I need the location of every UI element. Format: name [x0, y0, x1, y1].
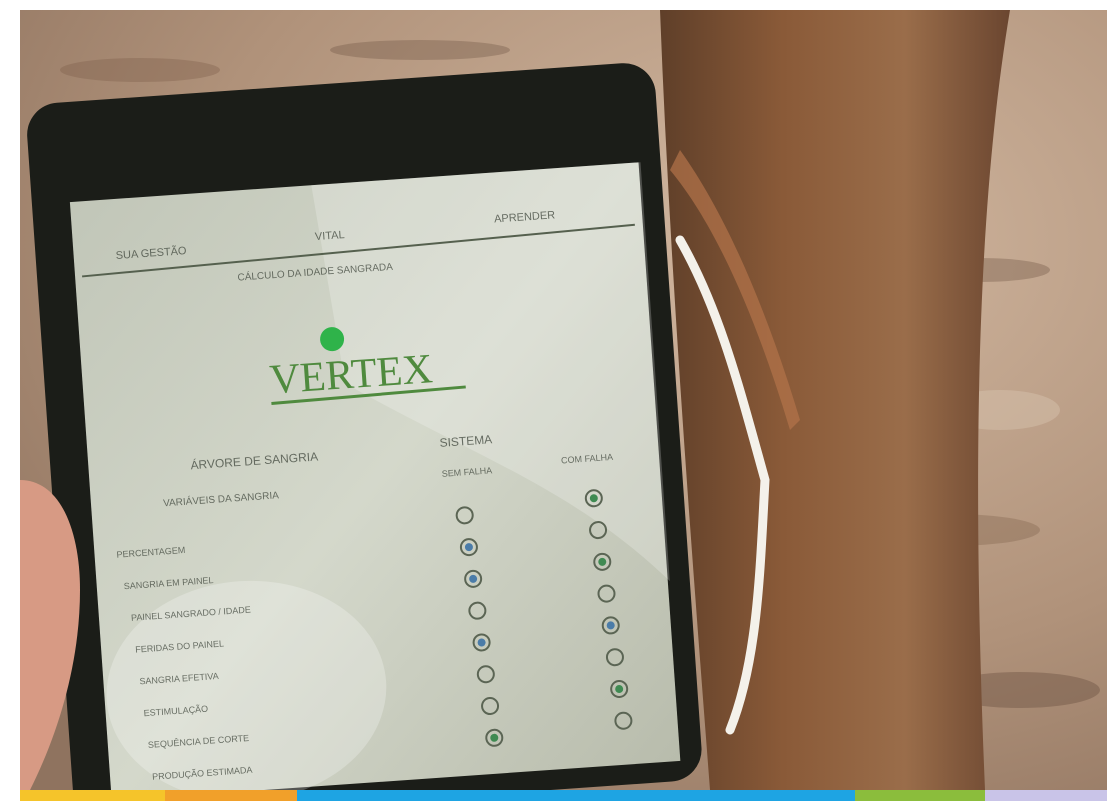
band-segment-green — [855, 790, 985, 801]
band-segment-yellow — [20, 790, 165, 801]
band-segment-blue — [297, 790, 855, 801]
photo-illustration: SUA GESTÃO VITAL APRENDER CÁLCULO DA IDA… — [20, 10, 1107, 790]
color-band — [20, 790, 1107, 801]
tablet: SUA GESTÃO VITAL APRENDER CÁLCULO DA IDA… — [27, 63, 702, 790]
tab-vital[interactable]: VITAL — [315, 229, 346, 243]
band-segment-orange — [165, 790, 297, 801]
band-segment-lavender — [985, 790, 1107, 801]
photo: SUA GESTÃO VITAL APRENDER CÁLCULO DA IDA… — [20, 10, 1107, 790]
rubber-tree-trunk — [660, 10, 1010, 790]
